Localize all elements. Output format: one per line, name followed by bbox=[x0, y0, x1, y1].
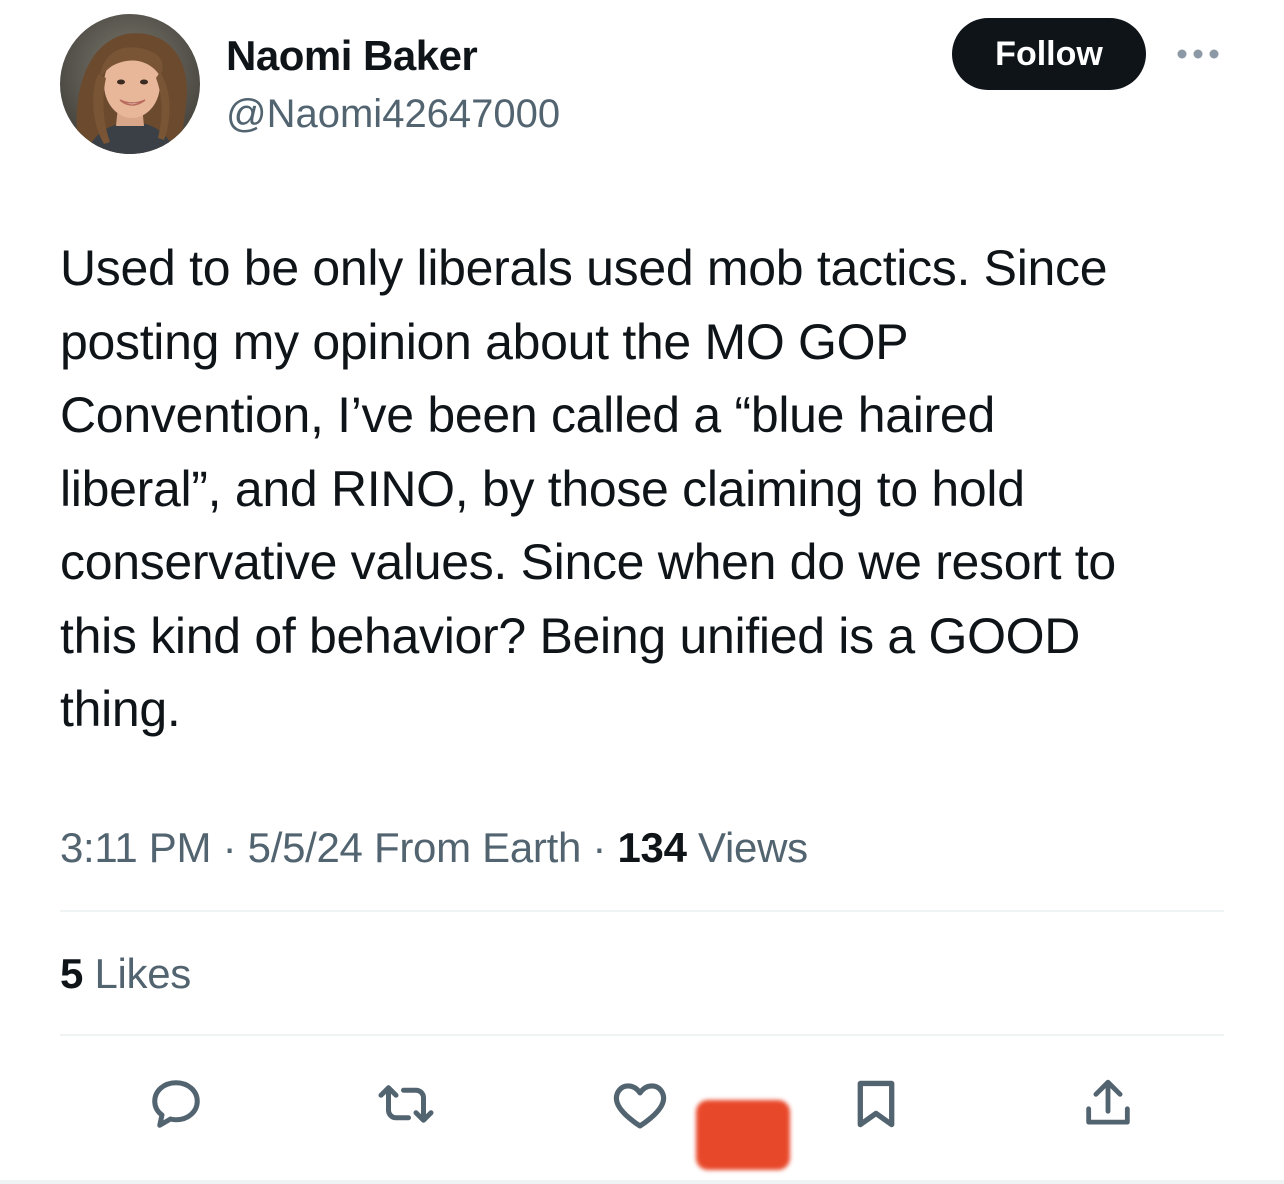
redaction-mark bbox=[696, 1100, 790, 1170]
likes-stat[interactable]: 5 Likes bbox=[60, 948, 191, 1000]
author-handle[interactable]: @Naomi42647000 bbox=[226, 88, 560, 140]
tweet-time[interactable]: 3:11 PM bbox=[60, 824, 212, 871]
follow-button[interactable]: Follow bbox=[952, 18, 1146, 90]
tweet-meta: 3:11 PM · 5/5/24 From Earth · 134 Views bbox=[60, 822, 808, 874]
more-options-button[interactable] bbox=[1172, 40, 1224, 68]
bottom-border bbox=[0, 1180, 1284, 1184]
retweet-button[interactable] bbox=[374, 1072, 438, 1136]
reply-button[interactable] bbox=[144, 1072, 208, 1136]
author-display-name[interactable]: Naomi Baker bbox=[226, 30, 478, 82]
retweet-icon bbox=[378, 1085, 434, 1123]
share-icon bbox=[1086, 1079, 1130, 1125]
divider bbox=[60, 910, 1224, 912]
avatar[interactable] bbox=[60, 14, 200, 154]
reply-icon bbox=[152, 1080, 200, 1128]
divider bbox=[60, 1034, 1224, 1036]
tweet-date[interactable]: 5/5/24 bbox=[248, 824, 363, 871]
bookmark-icon bbox=[857, 1080, 895, 1128]
likes-count: 5 bbox=[60, 950, 84, 997]
views-label[interactable]: Views bbox=[698, 824, 808, 871]
tweet-text: Used to be only liberals used mob tactic… bbox=[60, 240, 1116, 737]
meta-separator: · bbox=[211, 824, 248, 871]
share-button[interactable] bbox=[1076, 1072, 1140, 1136]
views-count[interactable]: 134 bbox=[617, 824, 686, 871]
avatar-photo bbox=[60, 14, 200, 154]
meta-separator: · bbox=[581, 824, 618, 871]
tweet-location: From Earth bbox=[374, 824, 582, 871]
bookmark-button[interactable] bbox=[844, 1072, 908, 1136]
ellipsis-icon bbox=[1177, 49, 1219, 59]
like-button[interactable] bbox=[608, 1072, 672, 1136]
likes-label: Likes bbox=[94, 950, 191, 997]
like-icon bbox=[613, 1083, 667, 1129]
